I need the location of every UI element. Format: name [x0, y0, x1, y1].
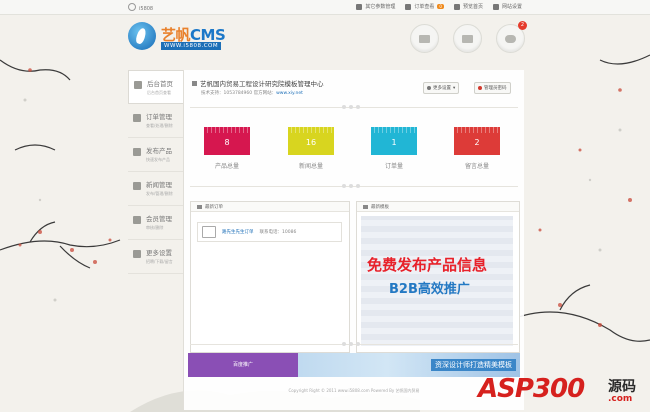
logo-url: WWW.i5808.COM — [161, 42, 222, 50]
stat-card: 8 — [204, 127, 250, 155]
lock-icon — [478, 86, 482, 90]
admin-password-button[interactable]: 管理员密码 — [474, 82, 511, 94]
latest-orders-box: 最新订单 路先生先生订单 联系电话：10086 — [190, 201, 350, 353]
preview-icon — [453, 3, 460, 10]
settings-icon — [427, 86, 431, 90]
sidebar-item-orders[interactable]: 订单管理 查看/处理/删除 — [128, 104, 183, 138]
order-list-icon — [133, 114, 141, 122]
stat-products[interactable]: 8 产品总量 — [204, 127, 250, 170]
divider — [184, 104, 524, 110]
users-icon — [419, 34, 430, 43]
latest-orders-title: 最新订单 — [191, 202, 349, 212]
sidebar-item-news[interactable]: 新闻管理 发布/管理/删除 — [128, 172, 183, 206]
top-bar: i5808 其它参数管理 订单查看 0 预览首页 网站设置 — [0, 0, 650, 15]
message-icon — [505, 34, 516, 43]
sidebar: 后台首页 后台首页查看 订单管理 查看/处理/删除 发布产品 快速发布产品 新闻管理发… — [128, 70, 183, 274]
pin-icon — [192, 81, 197, 86]
cart-icon — [202, 226, 216, 238]
gear-icon — [492, 3, 499, 10]
top-links: 其它参数管理 订单查看 0 预览首页 网站设置 — [356, 3, 522, 10]
current-user[interactable]: i5808 — [128, 3, 153, 12]
message-count-badge: 2 — [518, 21, 527, 30]
latest-templates-box: 最新模板 免费发布产品信息 B2B高效推广 — [356, 201, 520, 353]
stat-card: 1 — [371, 127, 417, 155]
users-button[interactable] — [410, 24, 439, 53]
sidebar-item-home[interactable]: 后台首页 后台首页查看 — [128, 70, 183, 104]
user-icon — [128, 3, 136, 11]
divider — [184, 341, 524, 347]
stat-orders[interactable]: 1 订单量 — [371, 127, 417, 170]
messages-button[interactable]: 2 — [496, 21, 527, 53]
more-settings-button[interactable]: 更多设置 ▾ — [423, 82, 460, 94]
order-count-badge: 0 — [437, 4, 444, 9]
banner-left-ad[interactable]: 百度推广 — [188, 353, 298, 377]
logo-sail-icon — [128, 22, 156, 50]
official-site-link[interactable]: www.xiy.net — [276, 91, 303, 96]
stat-messages[interactable]: 2 留言总量 — [454, 127, 500, 170]
sidebar-item-members[interactable]: 会员管理 审核/删除 — [128, 206, 183, 240]
chart-icon — [133, 250, 141, 258]
settings-icon — [356, 3, 363, 10]
top-link-preview[interactable]: 预览首页 — [453, 3, 483, 10]
order-customer[interactable]: 路先生先生订单 — [222, 229, 254, 235]
top-link-other-params[interactable]: 其它参数管理 — [356, 3, 395, 10]
order-row[interactable]: 路先生先生订单 联系电话：10086 — [197, 222, 342, 242]
top-link-orders[interactable]: 订单查看 0 — [405, 3, 444, 10]
main-panel: 艺帆国内贸易工程设计研究院模板管理中心 技术支持：1053784960 官方网站… — [183, 70, 524, 410]
news-icon — [133, 182, 141, 190]
ad-banner[interactable]: 百度推广 资深设计师打造精美模板 — [188, 353, 520, 377]
footer-copyright: Copyright Right © 2011 www.i5808.com Pow… — [288, 388, 420, 393]
truck-icon — [462, 34, 473, 43]
latest-templates-title: 最新模板 — [357, 202, 519, 212]
order-icon — [405, 3, 412, 10]
edit-icon — [133, 148, 141, 156]
home-icon — [134, 81, 142, 89]
template-promo-image[interactable]: 免费发布产品信息 B2B高效推广 — [361, 216, 513, 346]
member-icon — [133, 216, 141, 224]
logo[interactable]: 艺帆CMS WWW.i5808.COM — [128, 22, 238, 56]
header-icons: 2 — [410, 21, 527, 53]
sidebar-item-publish-product[interactable]: 发布产品 快速发布产品 — [128, 138, 183, 172]
top-link-site-settings[interactable]: 网站设置 — [492, 3, 522, 10]
sidebar-item-more-settings[interactable]: 更多设置 招聘/下载/留言 — [128, 240, 183, 274]
divider — [184, 183, 524, 189]
site-info: 艺帆国内贸易工程设计研究院模板管理中心 技术支持：1053784960 官方网站… — [192, 78, 324, 96]
asp300-watermark: ASP300 源码 .com — [478, 374, 636, 404]
stat-card: 16 — [288, 127, 334, 155]
shipping-button[interactable] — [453, 24, 482, 53]
stat-news[interactable]: 16 新闻总量 — [288, 127, 334, 170]
stat-card: 2 — [454, 127, 500, 155]
